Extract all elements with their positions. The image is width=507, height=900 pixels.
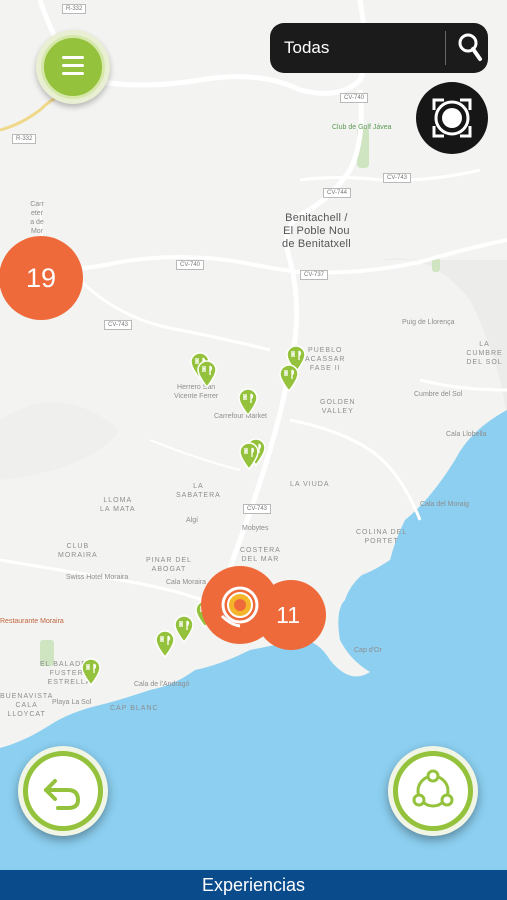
place-label: Cala del Moraig <box>420 501 470 508</box>
menu-bar <box>62 56 84 59</box>
road-label: CV-744 <box>323 188 352 198</box>
place-label: Club de Golf Jávea <box>332 124 392 131</box>
menu-icon <box>41 35 105 99</box>
cluster-count: 11 <box>276 601 300 628</box>
place-label: CLUB MORAIRA <box>58 543 98 559</box>
place-label: Swiss Hotel Moraira <box>66 574 129 581</box>
place-label: Cala Moraira <box>166 579 207 586</box>
place-label: Algí <box>186 517 199 524</box>
road-label: CV-743 <box>383 173 412 183</box>
place-label: BUENAVISTA CALA LLOYCAT <box>0 693 54 718</box>
locate-button[interactable] <box>416 82 488 154</box>
current-location-marker[interactable] <box>201 566 279 644</box>
map-pin-icon <box>197 360 217 389</box>
menu-bar <box>62 64 84 67</box>
place-label: Cumbre del Sol <box>414 391 463 398</box>
map-pin-icon <box>238 388 258 417</box>
back-button[interactable] <box>18 746 108 836</box>
search-box[interactable]: Todas <box>270 23 488 73</box>
road-label: CV-737 <box>300 270 329 280</box>
map-pin-icon <box>239 442 259 471</box>
map-pin-icon <box>279 364 299 393</box>
search-button[interactable] <box>452 29 486 65</box>
map-pin[interactable] <box>154 630 176 659</box>
place-label: Cala de l'Andragó <box>134 681 190 688</box>
place-label: GOLDEN VALLEY <box>320 399 356 415</box>
menu-button[interactable] <box>36 30 110 104</box>
place-label: LA SABATERA <box>176 483 221 499</box>
place-label: Puig de Llorença <box>402 319 455 326</box>
locate-icon <box>432 98 472 138</box>
bottom-bar-label: Experiencias <box>201 875 306 895</box>
road-label: CV-740 <box>176 260 205 270</box>
search-divider <box>445 31 446 65</box>
back-button-ring <box>23 751 103 831</box>
place-label: Mobytes <box>242 525 269 532</box>
road-label: R-332 <box>12 134 37 144</box>
road-label: R-332 <box>62 4 87 14</box>
map-pin-icon <box>174 615 194 644</box>
town-label: Benitachell / El Poble Nou de Benitatxel… <box>282 212 351 250</box>
place-label: Restaurante Moraira <box>0 618 64 625</box>
map-pin[interactable] <box>196 360 218 389</box>
network-button[interactable] <box>388 746 478 836</box>
search-icon <box>458 33 482 61</box>
map-pin[interactable] <box>80 658 102 687</box>
place-label: PUEBLO ACASSAR FASE II <box>305 347 346 372</box>
place-label: PINAR DEL ABOGAT <box>146 557 192 573</box>
cluster-count: 19 <box>25 262 57 293</box>
place-label: LA CUMBRE DEL SOL <box>466 341 503 366</box>
map-pin-icon <box>155 630 175 659</box>
bottom-bar[interactable]: Experiencias <box>0 870 507 900</box>
map-pin[interactable] <box>173 615 195 644</box>
network-button-ring <box>393 751 473 831</box>
place-label: Cala Llobella <box>446 431 487 438</box>
place-label: COLINA DEL PORTET <box>356 529 408 545</box>
map-pin[interactable] <box>237 388 259 417</box>
map-pin[interactable] <box>278 364 300 393</box>
menu-bar <box>62 72 84 75</box>
network-icon <box>412 769 454 808</box>
road-label: CV-740 <box>340 93 369 103</box>
map-pin-icon <box>81 658 101 687</box>
place-label: COSTERA DEL MAR <box>240 547 281 563</box>
place-label: Playa La Sol <box>52 699 92 706</box>
place-label: CAP BLANC <box>110 705 159 712</box>
map-pin[interactable] <box>238 442 260 471</box>
cluster-marker[interactable]: 19 <box>0 236 83 320</box>
place-label: Cap d'Or <box>354 647 382 654</box>
place-label: LA VIUDA <box>290 481 330 488</box>
location-pin-icon <box>220 586 259 628</box>
road-label: CV-743 <box>104 320 133 330</box>
road-label: CV-743 <box>243 504 272 514</box>
back-arrow-icon <box>44 779 81 810</box>
search-input[interactable]: Todas <box>284 38 329 58</box>
place-label: LLOMA LA MATA <box>100 497 136 513</box>
